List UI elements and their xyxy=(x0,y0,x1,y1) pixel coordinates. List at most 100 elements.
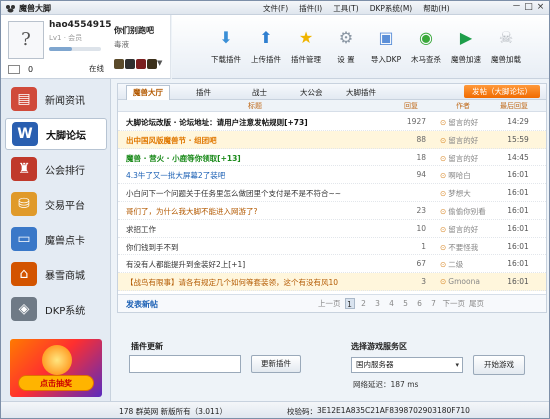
app-window: 魔兽大脚 文件(F) 插件(I) 工具(T) DKP系统(M) 帮助(H) － … xyxy=(0,0,550,419)
sword-badge-icon[interactable] xyxy=(114,59,124,69)
lottery-button[interactable]: 点击抽奖 xyxy=(18,375,94,391)
thread-author: 偷偷你别看 xyxy=(440,206,496,217)
nav-item-3[interactable]: ⛁ 交易平台 xyxy=(5,188,107,220)
card-icon: ▭ xyxy=(11,227,37,251)
achievement-badges xyxy=(114,59,157,69)
nav-item-0[interactable]: ▤ 新闻资讯 xyxy=(5,83,107,115)
update-plugins-button[interactable]: 更新插件 xyxy=(251,355,301,373)
page-link[interactable]: 5 xyxy=(401,298,411,309)
page-link[interactable]: 6 xyxy=(415,298,425,309)
thread-author: 留言的好 xyxy=(440,135,496,146)
thread-title[interactable]: 【战鸟有限事】请各有规定几个如何等套装领，这个有没有风10 xyxy=(126,277,402,288)
toolbar-button-6[interactable]: ▶ 魔兽加速 xyxy=(446,25,486,77)
thread-title[interactable]: 4.3牛了又一批大屏幕2了装吧 xyxy=(126,170,402,181)
thread-title[interactable]: 你们钱到手不到 xyxy=(126,242,402,253)
username: hao4554915 xyxy=(49,20,112,30)
thread-title[interactable]: 大脚论坛改版 · 论坛地址：请用户注意发帖规则[+73] xyxy=(126,117,402,128)
new-post-button[interactable]: 发帖（大脚论坛） xyxy=(464,85,540,98)
nav-item-4[interactable]: ▭ 魔兽点卡 xyxy=(5,223,107,255)
close-button[interactable]: × xyxy=(535,2,546,13)
nav-item-label: DKP系统 xyxy=(45,305,86,317)
nav-item-1[interactable]: W 大脚论坛 xyxy=(5,118,107,150)
reply-count: 1927 xyxy=(406,117,426,126)
title-bar[interactable]: 魔兽大脚 文件(F) 插件(I) 工具(T) DKP系统(M) 帮助(H) － … xyxy=(1,1,549,15)
nav-item-label: 暴雪商城 xyxy=(45,270,85,282)
table-row[interactable]: 魔兽 · 营火 · 小鹿等你领取[+13] 18 留言的好 14:45 xyxy=(118,149,546,167)
reply-count: 67 xyxy=(416,259,426,269)
avatar[interactable]: ? xyxy=(8,21,44,59)
thread-author: 留言的好 xyxy=(440,224,496,235)
server-select[interactable]: 国内服务器 xyxy=(351,357,463,373)
thread-title[interactable]: 有没有人都能提升到金装好2上[+1] xyxy=(126,259,402,270)
helm-badge-icon[interactable] xyxy=(136,59,146,69)
guild-rank-icon: ♜ xyxy=(11,157,37,181)
nav-item-5[interactable]: ⌂ 暴雪商城 xyxy=(5,258,107,290)
page-link[interactable]: 7 xyxy=(429,298,439,309)
table-row[interactable]: 求招工作 10 留言的好 16:01 xyxy=(118,220,546,238)
page-link[interactable]: 4 xyxy=(387,298,397,309)
last-reply-time: 16:01 xyxy=(507,223,529,233)
table-row[interactable]: 【战鸟有限事】请各有规定几个如何等套装领，这个有没有风10 3 Gmoona 16:0… xyxy=(118,273,546,291)
nav-item-6[interactable]: ◈ DKP系统 xyxy=(5,293,107,325)
toolbar-button-7[interactable]: ☠ 魔兽加载 xyxy=(486,25,526,77)
menu-help[interactable]: 帮助(H) xyxy=(423,3,450,14)
page-link[interactable]: 1 xyxy=(344,298,355,309)
table-row[interactable]: 有没有人都能提升到金装好2上[+1] 67 二级 16:01 xyxy=(118,255,546,274)
app-title: 魔兽大脚 xyxy=(19,4,51,13)
minimize-button[interactable]: － xyxy=(511,2,522,13)
mail-icon[interactable] xyxy=(8,65,20,74)
toolbar-button-1[interactable]: ⬆ 上传插件 xyxy=(246,25,286,77)
table-row[interactable]: 小白问下一个问题关于任务里怎么做团里个支付是不是不符合~~ 梦想大 16:01 xyxy=(118,184,546,202)
page-link[interactable]: 3 xyxy=(373,298,383,309)
lottery-promo[interactable]: 点击抽奖 xyxy=(10,339,102,397)
gem-badge-icon[interactable] xyxy=(147,59,157,69)
col-author[interactable]: 作者 xyxy=(456,101,470,111)
forum-panel: 魔兽大厅 插件 战士 大公会 大脚插件 发帖（大脚论坛） 标题 回复 作者 最后… xyxy=(117,83,547,313)
page-link[interactable]: 上一页 xyxy=(318,298,341,309)
thread-title[interactable]: 小白问下一个问题关于任务里怎么做团里个支付是不是不符合~~ xyxy=(126,188,402,199)
thread-title[interactable]: 魔兽 · 营火 · 小鹿等你领取[+13] xyxy=(126,153,402,164)
col-title[interactable]: 标题 xyxy=(248,101,262,111)
tab-bigfoot-plugins[interactable]: 大脚插件 xyxy=(346,87,376,98)
nav-item-label: 新闻资讯 xyxy=(45,95,85,107)
table-row[interactable]: 你们钱到手不到 1 不要怪我 16:01 xyxy=(118,238,546,256)
tab-plugins[interactable]: 插件 xyxy=(196,87,211,98)
table-row[interactable]: 出中国风版魔兽节 · 组团吧 88 留言的好 15:59 xyxy=(118,130,546,149)
menu-dkp[interactable]: DKP系统(M) xyxy=(370,3,413,14)
chevron-down-icon[interactable]: ▼ xyxy=(157,59,162,67)
toolbar-button-2[interactable]: ★ 插件管理 xyxy=(286,25,326,77)
menu-tools[interactable]: 工具(T) xyxy=(333,3,358,14)
menu-file[interactable]: 文件(F) xyxy=(263,3,288,14)
reply-count: 88 xyxy=(416,134,426,144)
toolbar-button-0[interactable]: ⬇ 下载插件 xyxy=(206,25,246,77)
table-row[interactable]: 大脚论坛改版 · 论坛地址：请用户注意发帖规则[+73] 1927 留言的好 14:2… xyxy=(118,113,546,131)
tab-big-guild[interactable]: 大公会 xyxy=(300,87,323,98)
col-replies[interactable]: 回复 xyxy=(404,101,418,111)
menu-plugins[interactable]: 插件(I) xyxy=(299,3,322,14)
new-thread-link[interactable]: 发表新帖 xyxy=(126,299,158,310)
start-game-button[interactable]: 开始游戏 xyxy=(473,355,525,375)
table-row[interactable]: 哥们了，为什么我大脚不能进入网游了? 23 偷偷你别看 16:01 xyxy=(118,202,546,220)
tab-lobby[interactable]: 魔兽大厅 xyxy=(126,85,170,100)
gear-icon: ⚙ xyxy=(338,27,354,47)
page-link[interactable]: 下一页 xyxy=(443,298,466,309)
reply-count: 10 xyxy=(416,223,426,233)
toolbar-button-5[interactable]: ◉ 木马查杀 xyxy=(406,25,446,77)
thread-title[interactable]: 求招工作 xyxy=(126,224,402,235)
nav-item-2[interactable]: ♜ 公会排行 xyxy=(5,153,107,185)
maximize-button[interactable]: □ xyxy=(523,2,534,13)
team-name: 你们别跑吧 xyxy=(114,26,154,35)
toolbar-button-4[interactable]: ▣ 导入DKP xyxy=(366,25,406,77)
col-last-reply[interactable]: 最后回复 xyxy=(500,101,528,111)
tab-warrior[interactable]: 战士 xyxy=(252,87,267,98)
shield-badge-icon[interactable] xyxy=(125,59,135,69)
toolbar-button-3[interactable]: ⚙ 设 置 xyxy=(326,25,366,77)
thread-title[interactable]: 哥们了，为什么我大脚不能进入网游了? xyxy=(126,206,402,217)
page-link[interactable]: 尾页 xyxy=(469,298,484,309)
plugin-update-input[interactable] xyxy=(129,355,241,373)
table-row[interactable]: 4.3牛了又一批大屏幕2了装吧 94 啊哈白 16:01 xyxy=(118,166,546,185)
page-link[interactable]: 2 xyxy=(359,298,369,309)
trade-icon: ⛁ xyxy=(11,192,37,216)
thread-title[interactable]: 出中国风版魔兽节 · 组团吧 xyxy=(126,135,402,146)
skull-icon: ☠ xyxy=(498,27,514,47)
